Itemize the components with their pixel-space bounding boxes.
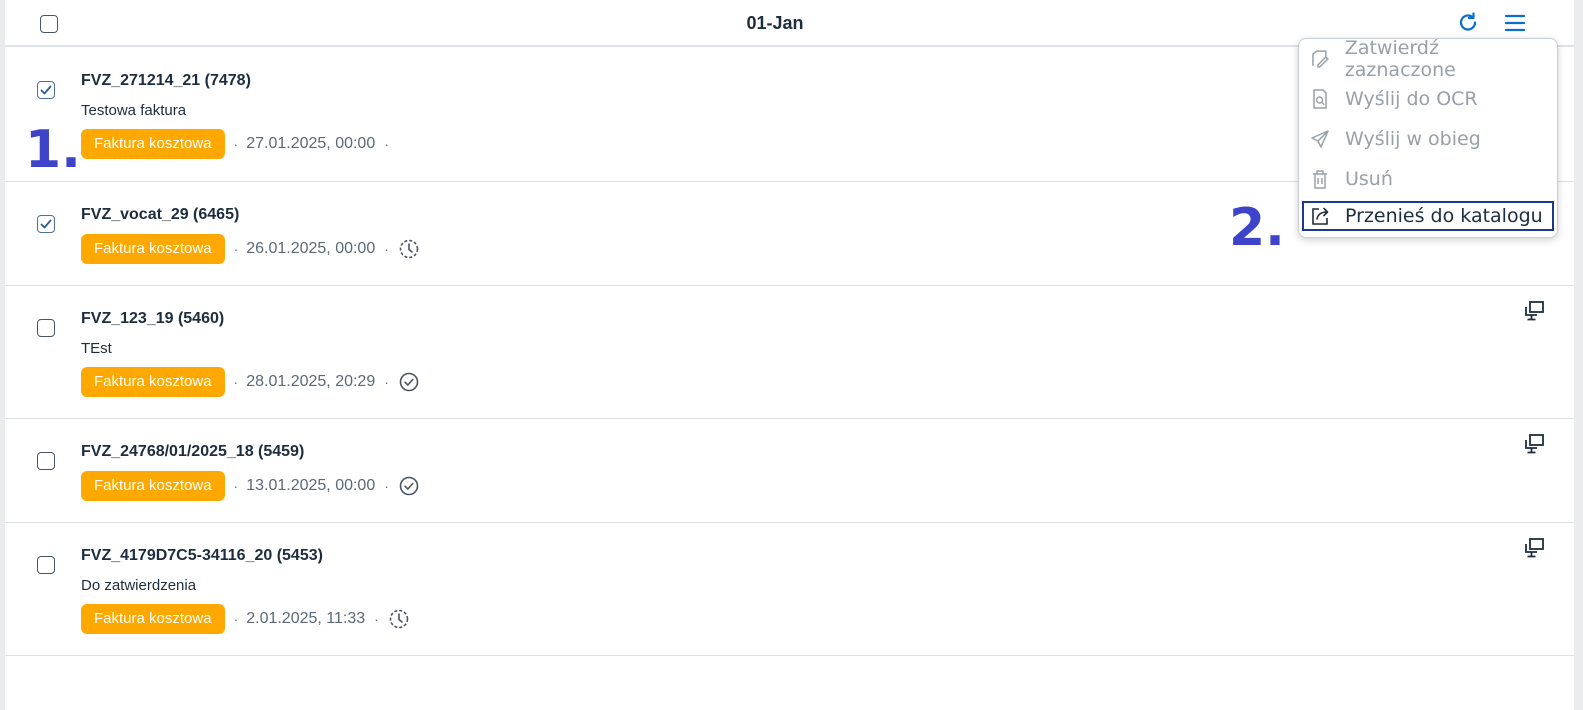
invoice-title: FVZ_123_19 (5460) [81,310,225,327]
refresh-icon[interactable] [1456,11,1480,35]
menu-item-label: Wyślij w obieg [1345,128,1481,150]
separator: · [384,374,389,390]
invoice-title: FVZ_4179D7C5-34116_20 (5453) [81,547,323,564]
menu-item-move-to-folder[interactable]: Przenieś do katalogu [1302,201,1554,231]
menu-item-label: Wyślij do OCR [1345,88,1478,110]
list-item[interactable]: FVZ_4179D7C5-34116_20 (5453) Do zatwierd… [5,523,1574,656]
actions-dropdown-menu: Zatwierdź zaznaczone Wyślij do OCR Wyśli… [1298,37,1558,238]
invoice-meta: Faktura kosztowa · 26.01.2025, 00:00 · [81,234,420,264]
menu-item-delete[interactable]: Usuń [1302,164,1554,194]
ocr-document-icon [1313,89,1327,109]
separator: · [384,478,389,494]
menu-item-label: Przenieś do katalogu [1345,205,1543,227]
row-checkbox[interactable] [37,452,55,470]
invoice-meta: Faktura kosztowa · 28.01.2025, 20:29 · [81,367,420,397]
row-checkbox[interactable] [37,215,55,233]
invoice-date: 2.01.2025, 11:33 [246,610,366,627]
pending-clock-icon [389,609,409,629]
menu-item-send-to-ocr[interactable]: Wyślij do OCR [1302,84,1554,114]
menu-item-label: Usuń [1345,168,1393,190]
separator: · [233,478,239,494]
approved-check-icon [399,476,419,496]
send-paper-plane-icon [1311,130,1329,148]
separator: · [384,136,389,152]
approved-check-icon [399,372,419,392]
separator: · [233,611,239,627]
annotation-step-1: 1. [25,120,81,180]
row-checkbox[interactable] [37,81,55,99]
list-item[interactable]: FVZ_24768/01/2025_18 (5459) Faktura kosz… [5,419,1574,523]
invoice-type-badge: Faktura kosztowa [81,129,225,159]
invoice-description: Do zatwierdzenia [81,577,197,594]
approve-edit-icon [1312,50,1329,68]
invoice-description: TEst [81,340,112,357]
header-title: 01-Jan [746,13,804,33]
invoice-description: Testowa faktura [81,102,187,119]
invoice-type-badge: Faktura kosztowa [81,234,225,264]
row-checkbox[interactable] [37,556,55,574]
separator: · [374,611,379,627]
invoice-date: 27.01.2025, 00:00 [246,135,376,152]
separator: · [384,241,389,257]
invoice-title: FVZ_271214_21 (7478) [81,72,251,89]
invoice-type-badge: Faktura kosztowa [81,604,225,634]
annotation-step-2: 2. [1229,198,1285,258]
menu-item-send-to-workflow[interactable]: Wyślij w obieg [1302,124,1554,154]
invoice-date: 13.01.2025, 00:00 [246,477,376,494]
menu-item-label: Zatwierdź zaznaczone [1344,37,1456,81]
desktop-source-icon [1525,434,1544,454]
pending-clock-icon [399,239,419,259]
desktop-source-icon [1525,301,1544,321]
desktop-source-icon [1525,538,1544,558]
separator: · [233,374,239,390]
row-checkbox[interactable] [37,319,55,337]
separator: · [233,136,239,152]
invoice-type-badge: Faktura kosztowa [81,367,225,397]
invoice-type-badge: Faktura kosztowa [81,471,225,501]
move-to-folder-icon [1312,207,1329,225]
list-item[interactable]: FVZ_123_19 (5460) TEst Faktura kosztowa … [5,286,1574,419]
invoice-title: FVZ_vocat_29 (6465) [81,206,240,223]
invoice-date: 26.01.2025, 00:00 [246,240,376,257]
invoice-date: 28.01.2025, 20:29 [246,373,376,390]
invoice-meta: Faktura kosztowa · 27.01.2025, 00:00 · [81,129,397,159]
hamburger-menu-icon[interactable] [1503,11,1527,35]
separator: · [233,241,239,257]
invoice-meta: Faktura kosztowa · 13.01.2025, 00:00 · [81,471,420,501]
menu-item-approve-selected[interactable]: Zatwierdź zaznaczone [1302,37,1554,81]
invoice-meta: Faktura kosztowa · 2.01.2025, 11:33 · [81,604,410,634]
invoice-title: FVZ_24768/01/2025_18 (5459) [81,443,305,460]
trash-icon [1313,170,1327,189]
